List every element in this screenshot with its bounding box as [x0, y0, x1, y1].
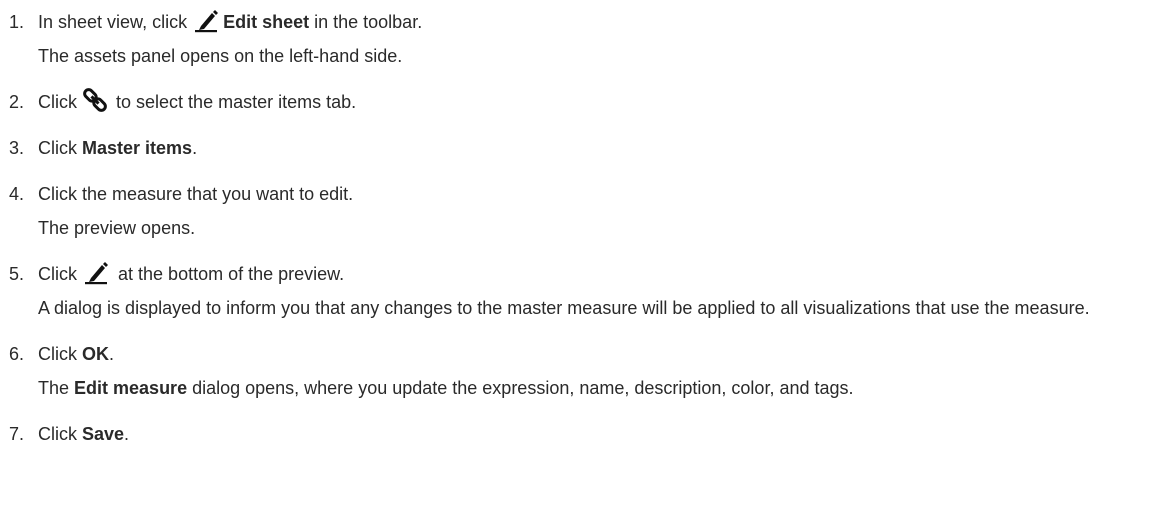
step-number: 1.: [9, 12, 25, 32]
step-1: 1. In sheet view, click Edit sheet in th…: [0, 5, 1175, 73]
step-number: 3.: [9, 138, 25, 158]
step-number: 4.: [9, 184, 25, 204]
step-number: 2.: [9, 92, 25, 112]
step-text: In sheet view, click: [38, 12, 188, 32]
step-number: 5.: [9, 264, 25, 284]
step-5: 5. Click at the bottom of the preview. A…: [0, 257, 1175, 325]
step-text: at the bottom of the preview.: [113, 264, 345, 284]
step-3: 3. Click Master items.: [0, 131, 1175, 165]
step-result-text: dialog opens, where you update the expre…: [187, 378, 854, 398]
step-text: Click: [38, 344, 82, 364]
step-text: Click: [38, 424, 82, 444]
step-text: Click the measure that you want to edit.: [38, 184, 354, 204]
step-text: in the toolbar.: [309, 12, 423, 32]
step-text: .: [109, 344, 115, 364]
step-result-text: The: [38, 378, 75, 398]
save-label: Save: [82, 424, 125, 444]
step-text: .: [124, 424, 130, 444]
master-items-label: Master items: [82, 138, 193, 158]
step-6: 6. Click OK. The Edit measure dialog ope…: [0, 337, 1175, 405]
edit-measure-label: Edit measure: [74, 378, 188, 398]
step-result: The Edit measure dialog opens, where you…: [38, 371, 1175, 405]
edit-sheet-label: Edit sheet: [223, 12, 310, 32]
pencil-icon: [193, 9, 219, 33]
step-number: 6.: [9, 344, 25, 364]
step-text: .: [192, 138, 198, 158]
step-number: 7.: [9, 424, 25, 444]
step-text: to select the master items tab.: [111, 92, 357, 112]
step-7: 7. Click Save.: [0, 417, 1175, 451]
step-result: The preview opens.: [38, 218, 196, 238]
step-text: Click: [38, 264, 77, 284]
step-2: 2. Click to select the master items tab.: [0, 85, 1175, 119]
ok-label: OK: [82, 344, 109, 364]
instruction-steps: 1. In sheet view, click Edit sheet in th…: [0, 0, 1175, 451]
step-result: The assets panel opens on the left-hand …: [38, 46, 403, 66]
step-text: Click: [38, 138, 82, 158]
link-icon: [83, 87, 107, 113]
step-text: Click: [38, 92, 77, 112]
step-result: A dialog is displayed to inform you that…: [38, 298, 1090, 318]
pencil-icon: [83, 261, 109, 285]
step-4: 4. Click the measure that you want to ed…: [0, 177, 1175, 245]
